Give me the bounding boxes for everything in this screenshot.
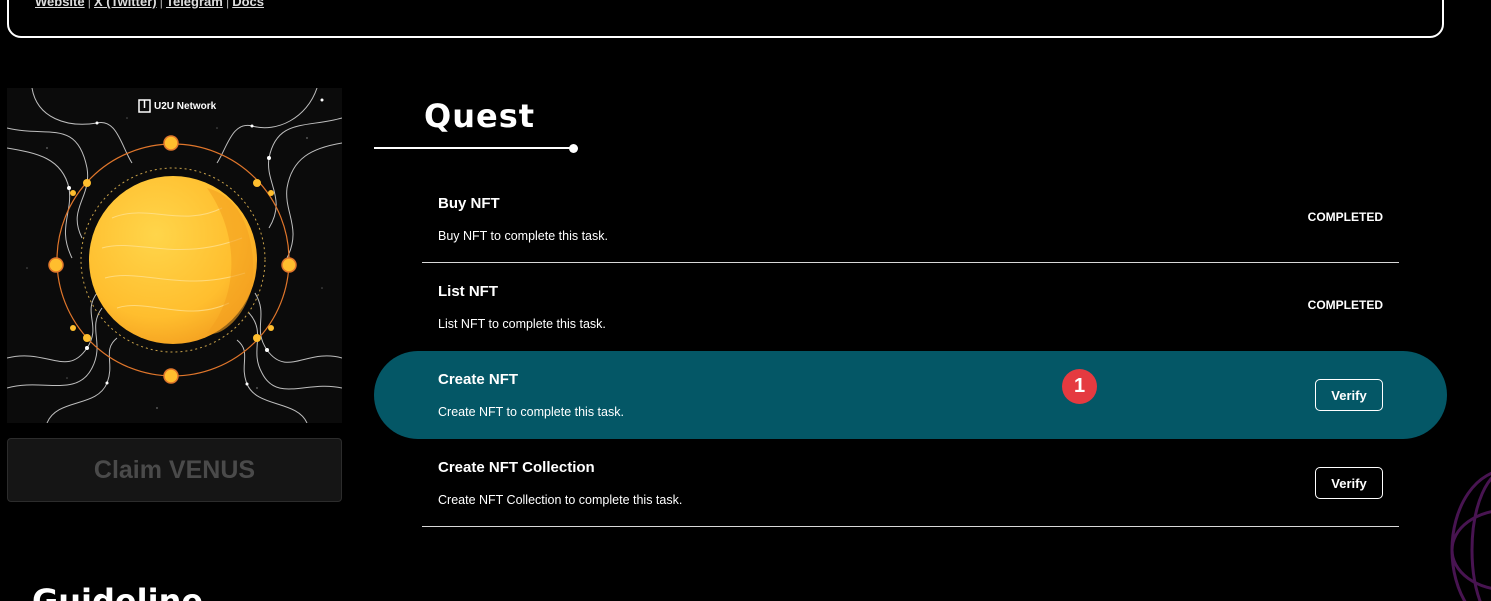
claim-button[interactable]: Claim VENUS <box>7 438 342 502</box>
twitter-link[interactable]: X (Twitter) <box>94 0 157 9</box>
task-title: Create NFT Collection <box>438 459 595 476</box>
nft-artwork: U2U Network <box>7 88 342 423</box>
task-title: Buy NFT <box>438 195 500 212</box>
task-title: List NFT <box>438 283 498 300</box>
project-links: Website | X (Twitter) | Telegram | Docs <box>35 0 264 9</box>
task-row: Create NFT Collection Create NFT Collect… <box>422 439 1399 527</box>
task-status: COMPLETED <box>1307 298 1383 312</box>
docs-link[interactable]: Docs <box>232 0 264 9</box>
brand-label: U2U Network <box>154 101 217 112</box>
link-separator: | <box>87 0 91 9</box>
website-link[interactable]: Website <box>35 0 85 9</box>
guideline-title: Guideline <box>32 582 204 601</box>
project-info-card: Website | X (Twitter) | Telegram | Docs <box>7 0 1444 38</box>
task-status: COMPLETED <box>1307 210 1383 224</box>
task-row: Create NFT Create NFT to complete this t… <box>422 351 1399 439</box>
task-description: Create NFT to complete this task. <box>438 405 624 419</box>
quest-title: Quest <box>424 97 536 135</box>
task-row: List NFT List NFT to complete this task.… <box>422 263 1399 351</box>
verify-button[interactable]: Verify <box>1315 379 1383 411</box>
link-separator: | <box>225 0 230 9</box>
annotation-badge: 1 <box>1062 369 1097 404</box>
task-description: List NFT to complete this task. <box>438 317 606 331</box>
task-title: Create NFT <box>438 371 519 388</box>
decorative-orb-icon <box>1450 471 1491 601</box>
task-description: Create NFT Collection to complete this t… <box>438 493 683 507</box>
link-separator: | <box>159 0 163 9</box>
task-row: Buy NFT Buy NFT to complete this task. C… <box>422 175 1399 263</box>
task-description: Buy NFT to complete this task. <box>438 229 608 243</box>
verify-button[interactable]: Verify <box>1315 467 1383 499</box>
venus-planet-illustration <box>7 88 342 423</box>
quest-title-dot <box>569 144 578 153</box>
quest-title-underline <box>374 147 572 149</box>
telegram-link[interactable]: Telegram <box>166 0 223 9</box>
